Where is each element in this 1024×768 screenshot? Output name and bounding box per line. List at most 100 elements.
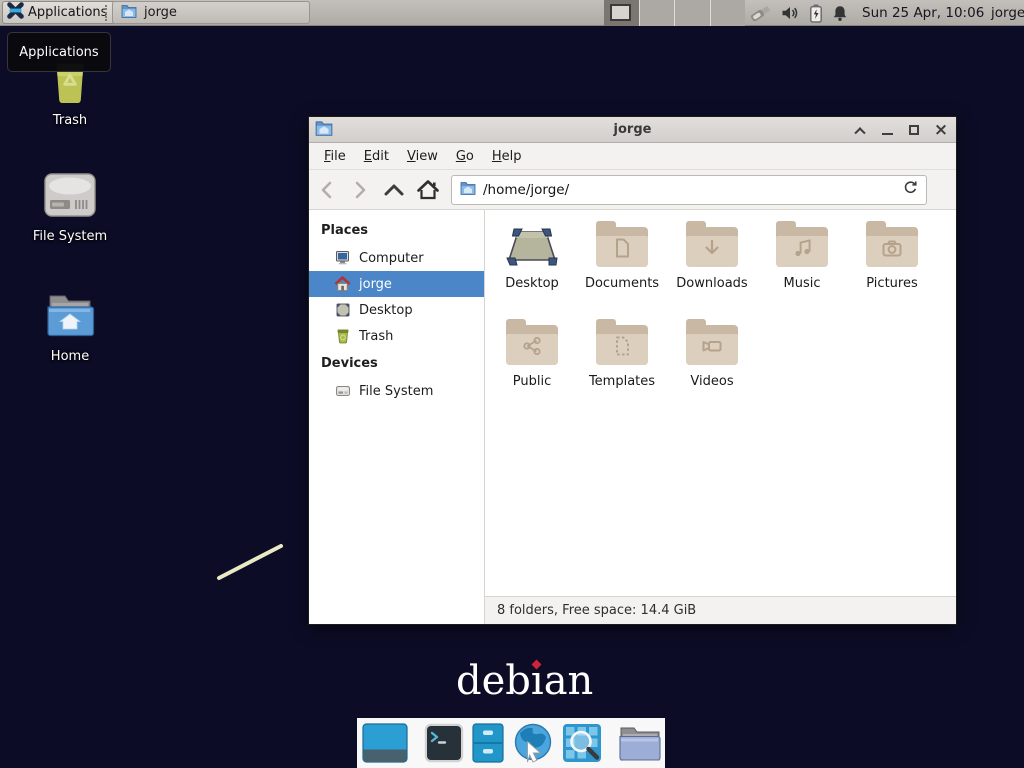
menu-bar: File Edit View Go Help bbox=[309, 143, 956, 170]
camera-glyph-icon bbox=[880, 236, 904, 260]
back-button[interactable] bbox=[309, 175, 343, 205]
sidebar-item-jorge[interactable]: jorge bbox=[309, 271, 484, 297]
sidebar-item-label: jorge bbox=[359, 277, 392, 292]
sidebar-item-label: File System bbox=[359, 384, 433, 399]
window-titlebar[interactable]: jorge × bbox=[309, 117, 956, 143]
menu-edit[interactable]: Edit bbox=[355, 145, 398, 168]
computer-icon bbox=[334, 250, 351, 267]
music-notes-glyph-icon bbox=[790, 236, 814, 260]
menu-help[interactable]: Help bbox=[483, 145, 531, 168]
home-button[interactable] bbox=[411, 175, 445, 205]
sidebar-devices-header: Devices bbox=[309, 349, 484, 378]
trash-icon bbox=[334, 328, 351, 345]
stylus-tool-icon[interactable] bbox=[749, 3, 772, 23]
file-item-pictures[interactable]: Pictures bbox=[847, 218, 937, 312]
applications-menu-label: Applications bbox=[28, 5, 107, 20]
folder-icon bbox=[596, 227, 648, 267]
file-cabinet-icon[interactable] bbox=[472, 723, 504, 763]
desktop-icon-label: Trash bbox=[53, 113, 87, 128]
share-glyph-icon bbox=[520, 334, 544, 358]
maximize-button[interactable] bbox=[907, 123, 921, 137]
folder-icon[interactable] bbox=[618, 724, 662, 762]
debian-logo: debıan bbox=[456, 658, 593, 704]
drawn-stroke-artifact bbox=[210, 536, 296, 588]
desktop-icon-home[interactable]: Home bbox=[15, 292, 125, 364]
menu-go[interactable]: Go bbox=[447, 145, 483, 168]
workspace-window-preview bbox=[610, 4, 631, 21]
file-item-public[interactable]: Public bbox=[487, 316, 577, 410]
sidebar-item-computer[interactable]: Computer bbox=[309, 245, 484, 271]
file-item-documents[interactable]: Documents bbox=[577, 218, 667, 312]
home-icon bbox=[334, 276, 351, 293]
file-item-label: Public bbox=[513, 374, 551, 389]
video-camera-glyph-icon bbox=[700, 334, 724, 358]
workspace-3[interactable] bbox=[675, 0, 711, 26]
document-glyph-icon bbox=[610, 236, 634, 260]
folder-icon bbox=[506, 325, 558, 365]
workspace-4[interactable] bbox=[711, 0, 746, 26]
file-item-videos[interactable]: Videos bbox=[667, 316, 757, 410]
notifications-bell-icon[interactable] bbox=[832, 5, 848, 22]
tooltip-text: Applications bbox=[19, 45, 98, 60]
refresh-icon[interactable] bbox=[903, 180, 918, 199]
file-item-label: Documents bbox=[585, 276, 659, 291]
sidebar-item-label: Computer bbox=[359, 251, 424, 266]
hard-drive-icon bbox=[334, 383, 351, 400]
file-manager-window: jorge × File Edit View Go Help bbox=[308, 116, 957, 625]
path-input[interactable]: /home/jorge/ bbox=[483, 182, 896, 198]
taskbar-window-label: jorge bbox=[144, 5, 177, 20]
file-item-music[interactable]: Music bbox=[757, 218, 847, 312]
applications-menu-button[interactable]: Applications bbox=[2, 1, 116, 24]
menu-file[interactable]: File bbox=[315, 145, 355, 168]
file-item-templates[interactable]: Templates bbox=[577, 316, 667, 410]
status-bar: 8 folders, Free space: 14.4 GiB bbox=[485, 596, 956, 624]
sidebar-item-desktop[interactable]: Desktop bbox=[309, 297, 484, 323]
application-finder-icon[interactable] bbox=[562, 723, 602, 763]
download-arrow-glyph-icon bbox=[700, 236, 724, 260]
folder-icon bbox=[596, 325, 648, 365]
sidebar-item-trash[interactable]: Trash bbox=[309, 323, 484, 349]
xfce-applications-icon bbox=[7, 2, 24, 23]
battery-icon[interactable] bbox=[809, 4, 823, 23]
file-item-label: Pictures bbox=[866, 276, 917, 291]
sidebar-item-label: Desktop bbox=[359, 303, 413, 318]
workspace-1[interactable] bbox=[604, 0, 640, 26]
dock-panel bbox=[357, 718, 665, 768]
close-button[interactable]: × bbox=[934, 123, 948, 137]
window-controls: × bbox=[853, 117, 948, 143]
taskbar-window-button[interactable]: jorge bbox=[112, 1, 310, 24]
workspace-2[interactable] bbox=[640, 0, 676, 26]
file-item-desktop[interactable]: Desktop bbox=[487, 218, 577, 312]
file-item-label: Music bbox=[784, 276, 821, 291]
debian-logo-text: an bbox=[544, 658, 594, 704]
shade-button[interactable] bbox=[853, 123, 867, 137]
panel-user-label[interactable]: jorge bbox=[991, 0, 1024, 26]
home-folder-icon bbox=[43, 292, 97, 344]
forward-button[interactable] bbox=[343, 175, 377, 205]
sidebar-places-header: Places bbox=[309, 216, 484, 245]
sidebar-item-file-system[interactable]: File System bbox=[309, 378, 484, 404]
file-item-label: Desktop bbox=[505, 276, 559, 291]
desktop-special-icon bbox=[505, 227, 559, 267]
terminal-icon[interactable] bbox=[424, 723, 464, 763]
folder-icon bbox=[686, 325, 738, 365]
desktop-icon-file-system[interactable]: File System bbox=[15, 172, 125, 244]
file-item-label: Downloads bbox=[676, 276, 747, 291]
up-button[interactable] bbox=[377, 175, 411, 205]
panel-handle[interactable] bbox=[105, 5, 109, 21]
workspace-switcher[interactable] bbox=[604, 0, 745, 26]
web-browser-globe-icon[interactable] bbox=[512, 722, 554, 764]
show-desktop-icon[interactable] bbox=[362, 723, 408, 763]
menu-view[interactable]: View bbox=[398, 145, 447, 168]
volume-icon[interactable] bbox=[781, 4, 800, 22]
desktop-icon-label: Home bbox=[51, 349, 89, 364]
status-text: 8 folders, Free space: 14.4 GiB bbox=[497, 603, 696, 618]
minimize-button[interactable] bbox=[880, 123, 894, 137]
debian-logo-text: deb bbox=[456, 658, 531, 704]
panel-clock[interactable]: Sun 25 Apr, 10:06 bbox=[862, 0, 984, 26]
folder-icon bbox=[121, 4, 137, 22]
file-item-downloads[interactable]: Downloads bbox=[667, 218, 757, 312]
folder-icon bbox=[686, 227, 738, 267]
toolbar: /home/jorge/ bbox=[309, 170, 956, 210]
path-bar[interactable]: /home/jorge/ bbox=[451, 175, 927, 205]
